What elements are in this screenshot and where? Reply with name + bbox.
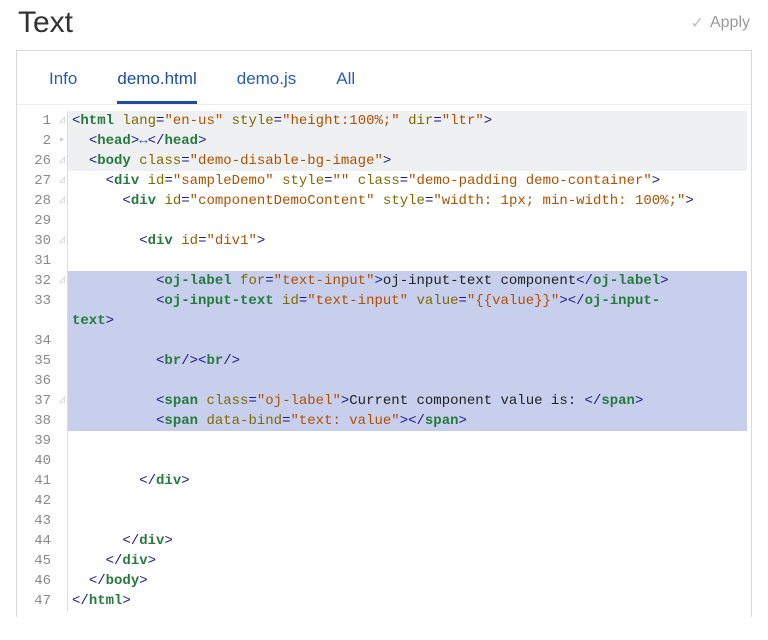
line-number: 36 xyxy=(31,371,51,391)
code-line[interactable] xyxy=(68,251,747,271)
code-line[interactable]: </div> xyxy=(68,531,747,551)
gutter-row: 40 xyxy=(31,451,65,471)
line-number: 31 xyxy=(31,251,51,271)
gutter-row: 47 xyxy=(31,591,65,611)
gutter-row: 46 xyxy=(31,571,65,591)
code-line[interactable]: text> xyxy=(68,311,747,331)
code-line[interactable] xyxy=(68,431,747,451)
code-line[interactable]: <head>↔</head> xyxy=(68,131,747,151)
fold-icon[interactable]: ◿ xyxy=(55,191,65,211)
gutter-row: 45 xyxy=(31,551,65,571)
gutter-row: 28◿ xyxy=(31,191,65,211)
code-line[interactable]: <oj-input-text id="text-input" value="{{… xyxy=(68,291,747,311)
fold-icon[interactable]: ◿ xyxy=(55,271,65,291)
line-number: 40 xyxy=(31,451,51,471)
line-number: 39 xyxy=(31,431,51,451)
fold-icon[interactable]: ▸ xyxy=(55,131,65,151)
gutter-row: 31 xyxy=(31,251,65,271)
gutter-row: 27◿ xyxy=(31,171,65,191)
line-number: 32 xyxy=(31,271,51,291)
fold-icon[interactable]: ◿ xyxy=(55,111,65,131)
line-number: 37 xyxy=(31,391,51,411)
gutter-row: 44 xyxy=(31,531,65,551)
line-number: 1 xyxy=(31,111,51,131)
apply-button[interactable]: ✓ Apply xyxy=(691,13,750,33)
code-line[interactable]: </div> xyxy=(68,551,747,571)
gutter-row: 43 xyxy=(31,511,65,531)
code-line[interactable]: </html> xyxy=(68,591,747,611)
line-number: 30 xyxy=(31,231,51,251)
code-line[interactable] xyxy=(68,371,747,391)
code-line[interactable]: <html lang="en-us" style="height:100%;" … xyxy=(68,111,747,131)
gutter-row: 30◿ xyxy=(31,231,65,251)
gutter-row: 39 xyxy=(31,431,65,451)
gutter-row: 35 xyxy=(31,351,65,371)
line-number: 33 xyxy=(31,291,51,311)
code-line[interactable]: <oj-label for="text-input">oj-input-text… xyxy=(68,271,747,291)
code-line[interactable]: <span data-bind="text: value"></span> xyxy=(68,411,747,431)
tab-demo-html[interactable]: demo.html xyxy=(117,69,196,104)
tab-all[interactable]: All xyxy=(336,69,355,104)
editor-panel: Info demo.html demo.js All 1◿2▸26◿27◿28◿… xyxy=(16,50,752,617)
code-line[interactable] xyxy=(68,511,747,531)
code-line[interactable] xyxy=(68,331,747,351)
line-number: 34 xyxy=(31,331,51,351)
tab-bar: Info demo.html demo.js All xyxy=(17,51,751,105)
gutter-row: 36 xyxy=(31,371,65,391)
fold-icon[interactable]: ◿ xyxy=(55,151,65,171)
line-number: 47 xyxy=(31,591,51,611)
line-number: 26 xyxy=(31,151,51,171)
code-line[interactable]: <span class="oj-label">Current component… xyxy=(68,391,747,411)
code-line[interactable]: </div> xyxy=(68,471,747,491)
fold-icon[interactable]: ◿ xyxy=(55,391,65,411)
fold-icon[interactable]: ◿ xyxy=(55,171,65,191)
line-number: 35 xyxy=(31,351,51,371)
code-line[interactable] xyxy=(68,211,747,231)
gutter-row: 32◿ xyxy=(31,271,65,291)
code-area[interactable]: <html lang="en-us" style="height:100%;" … xyxy=(67,111,747,611)
gutter-row xyxy=(31,311,65,331)
line-number: 28 xyxy=(31,191,51,211)
line-number: 2 xyxy=(31,131,51,151)
gutter-row: 38 xyxy=(31,411,65,431)
gutter-row: 2▸ xyxy=(31,131,65,151)
gutter-row: 37◿ xyxy=(31,391,65,411)
check-icon: ✓ xyxy=(691,13,704,33)
code-line[interactable]: <br/><br/> xyxy=(68,351,747,371)
tab-info[interactable]: Info xyxy=(49,69,77,104)
line-number: 44 xyxy=(31,531,51,551)
gutter-row: 33 xyxy=(31,291,65,311)
code-line[interactable] xyxy=(68,491,747,511)
page-title: Text xyxy=(18,6,73,40)
gutter-row: 41 xyxy=(31,471,65,491)
code-editor[interactable]: 1◿2▸26◿27◿28◿2930◿3132◿3334353637◿383940… xyxy=(17,105,751,617)
apply-label: Apply xyxy=(710,14,750,32)
code-line[interactable]: <body class="demo-disable-bg-image"> xyxy=(68,151,747,171)
line-number: 27 xyxy=(31,171,51,191)
fold-icon[interactable]: ◿ xyxy=(55,231,65,251)
line-number: 45 xyxy=(31,551,51,571)
gutter-row: 34 xyxy=(31,331,65,351)
line-number: 43 xyxy=(31,511,51,531)
line-number: 38 xyxy=(31,411,51,431)
line-number: 29 xyxy=(31,211,51,231)
gutter-row: 29 xyxy=(31,211,65,231)
line-gutter: 1◿2▸26◿27◿28◿2930◿3132◿3334353637◿383940… xyxy=(21,111,67,611)
line-number: 46 xyxy=(31,571,51,591)
line-number: 42 xyxy=(31,491,51,511)
gutter-row: 26◿ xyxy=(31,151,65,171)
code-line[interactable]: <div id="componentDemoContent" style="wi… xyxy=(68,191,747,211)
gutter-row: 1◿ xyxy=(31,111,65,131)
code-line[interactable]: <div id="div1"> xyxy=(68,231,747,251)
code-line[interactable] xyxy=(68,451,747,471)
gutter-row: 42 xyxy=(31,491,65,511)
code-line[interactable]: <div id="sampleDemo" style="" class="dem… xyxy=(68,171,747,191)
line-number: 41 xyxy=(31,471,51,491)
code-line[interactable]: </body> xyxy=(68,571,747,591)
tab-demo-js[interactable]: demo.js xyxy=(237,69,297,104)
